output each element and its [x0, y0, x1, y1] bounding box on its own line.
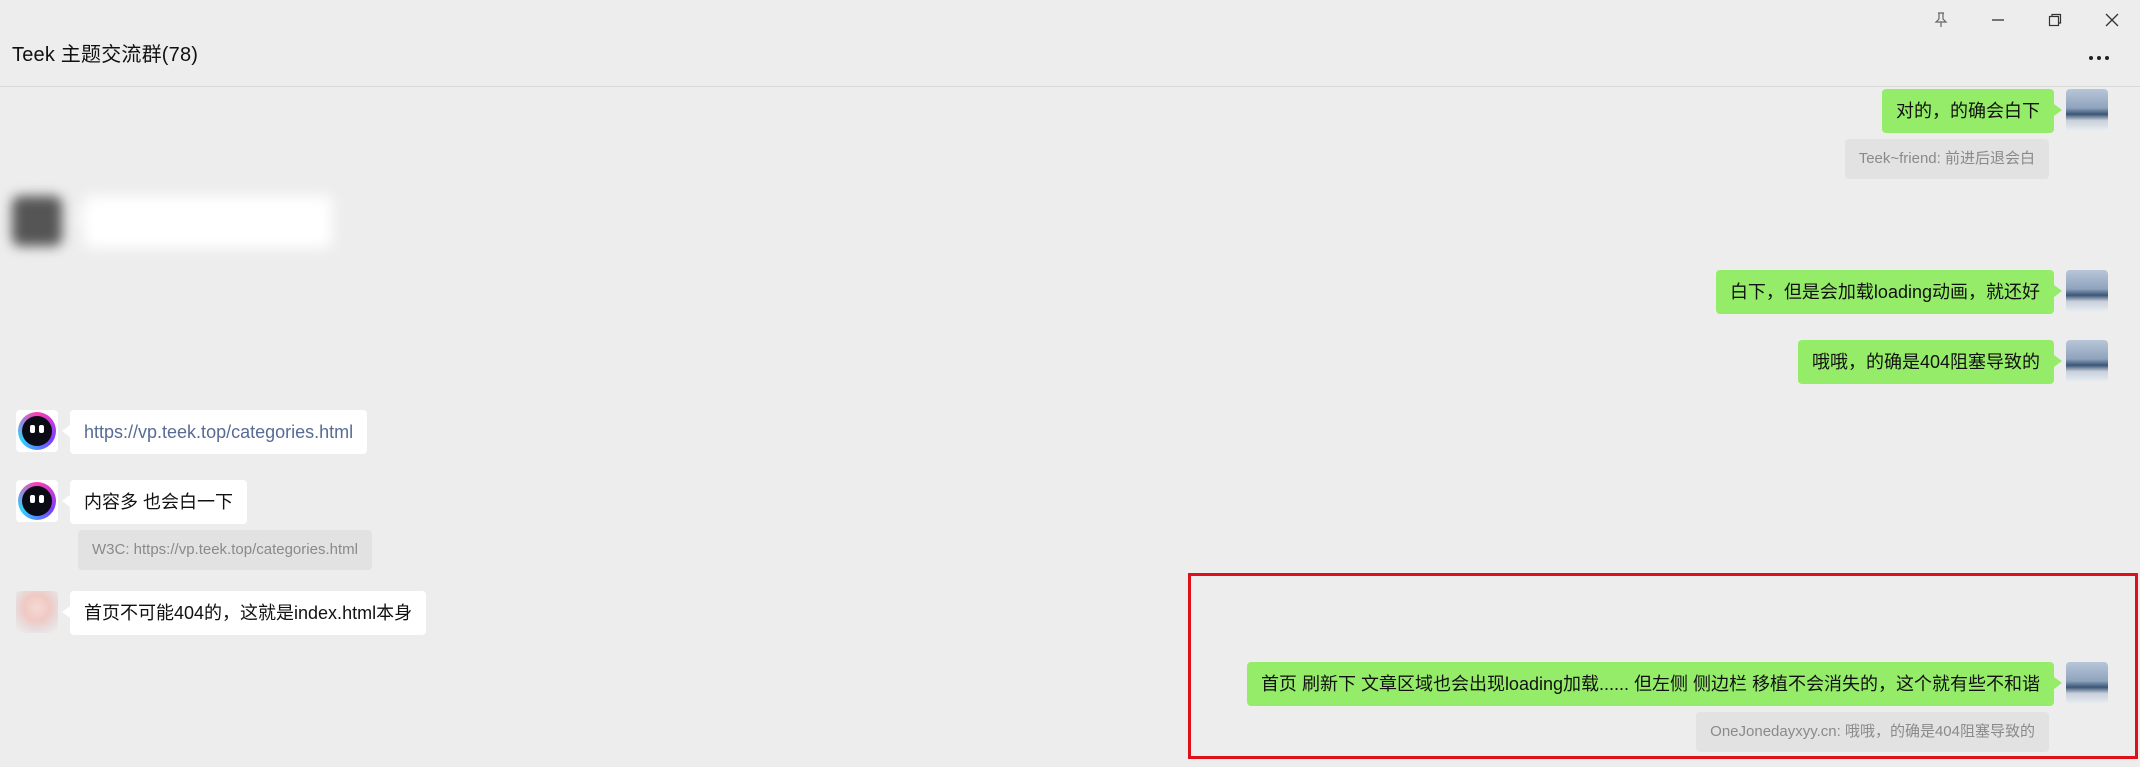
message-row: 哦哦，的确是404阻塞导致的 [1797, 340, 2108, 384]
quoted-message[interactable]: W3C: https://vp.teek.top/categories.html [78, 530, 372, 570]
message-row: 对的，的确会白下 [1882, 89, 2108, 133]
close-icon[interactable] [2083, 0, 2140, 40]
avatar[interactable] [2066, 89, 2108, 131]
avatar[interactable] [12, 196, 62, 246]
chat-header: Teek 主题交流群(78) [0, 0, 2140, 87]
pin-icon[interactable] [1912, 0, 1969, 40]
minimize-icon[interactable] [1969, 0, 2026, 40]
quoted-message[interactable]: Teek~friend: 前进后退会白 [1844, 139, 2049, 179]
message-bubble[interactable]: 首页不可能404的，这就是index.html本身 [61, 591, 427, 635]
message-bubble[interactable]: 哦哦，的确是404阻塞导致的 [1797, 340, 2063, 384]
message-bubble[interactable]: 白下，但是会加载loading动画，就还好 [1715, 270, 2063, 314]
restore-icon[interactable] [2026, 0, 2083, 40]
chat-window: Teek 主题交流群(78) 对的，的确会白下 Teek~friend: 前进后… [0, 0, 2140, 767]
message-bubble[interactable] [76, 196, 332, 248]
message-row: 内容多 也会白一下 [16, 480, 248, 524]
message-row [12, 196, 332, 248]
message-bubble[interactable]: 内容多 也会白一下 [61, 480, 248, 524]
message-row: https://vp.teek.top/categories.html [16, 410, 368, 454]
link-message[interactable]: https://vp.teek.top/categories.html [61, 410, 368, 454]
message-bubble[interactable]: 对的，的确会白下 [1882, 89, 2062, 133]
avatar[interactable] [2066, 340, 2108, 382]
ellipsis-icon[interactable] [2084, 48, 2114, 68]
message-row: 首页不可能404的，这就是index.html本身 [16, 591, 427, 635]
highlight-annotation [1188, 573, 2138, 759]
chat-title: Teek 主题交流群(78) [12, 44, 199, 66]
window-controls [1912, 0, 2140, 40]
avatar[interactable] [16, 480, 58, 522]
avatar[interactable] [2066, 270, 2108, 312]
avatar[interactable] [16, 410, 58, 452]
avatar[interactable] [16, 591, 58, 633]
message-row: 白下，但是会加载loading动画，就还好 [1715, 270, 2108, 314]
